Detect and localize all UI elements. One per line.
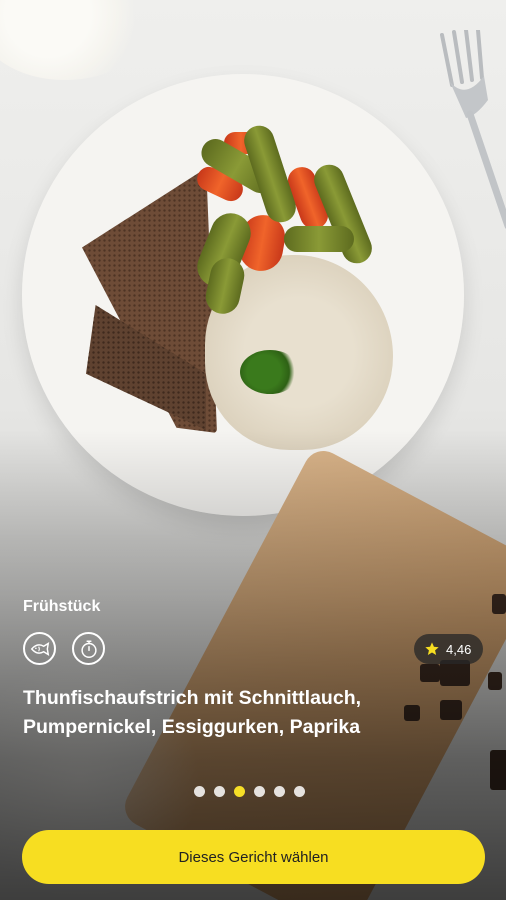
gherkin xyxy=(284,226,354,252)
choose-dish-button[interactable]: Dieses Gericht wählen xyxy=(22,830,485,884)
decorative-net xyxy=(0,0,150,80)
rating-value: 4,46 xyxy=(446,641,472,657)
page-dot[interactable] xyxy=(214,786,225,797)
page-dot[interactable] xyxy=(194,786,205,797)
parsley-garnish xyxy=(240,350,300,394)
hero-photo xyxy=(0,0,506,900)
carousel-pagination[interactable] xyxy=(194,786,305,797)
recipe-title: Thunfischaufstrich mit Schnittlauch, Pum… xyxy=(23,687,362,738)
star-icon xyxy=(425,642,439,655)
page-dot[interactable] xyxy=(254,786,265,797)
page-dot-active[interactable] xyxy=(234,786,245,797)
recipe-category: Frühstück xyxy=(23,598,101,615)
page-dot[interactable] xyxy=(274,786,285,797)
page-dot[interactable] xyxy=(294,786,305,797)
fish-icon xyxy=(23,632,56,665)
diet-badges xyxy=(23,632,105,665)
stopwatch-icon xyxy=(72,632,105,665)
rating-badge: 4,46 xyxy=(414,634,484,664)
fork-illustration xyxy=(440,30,506,229)
